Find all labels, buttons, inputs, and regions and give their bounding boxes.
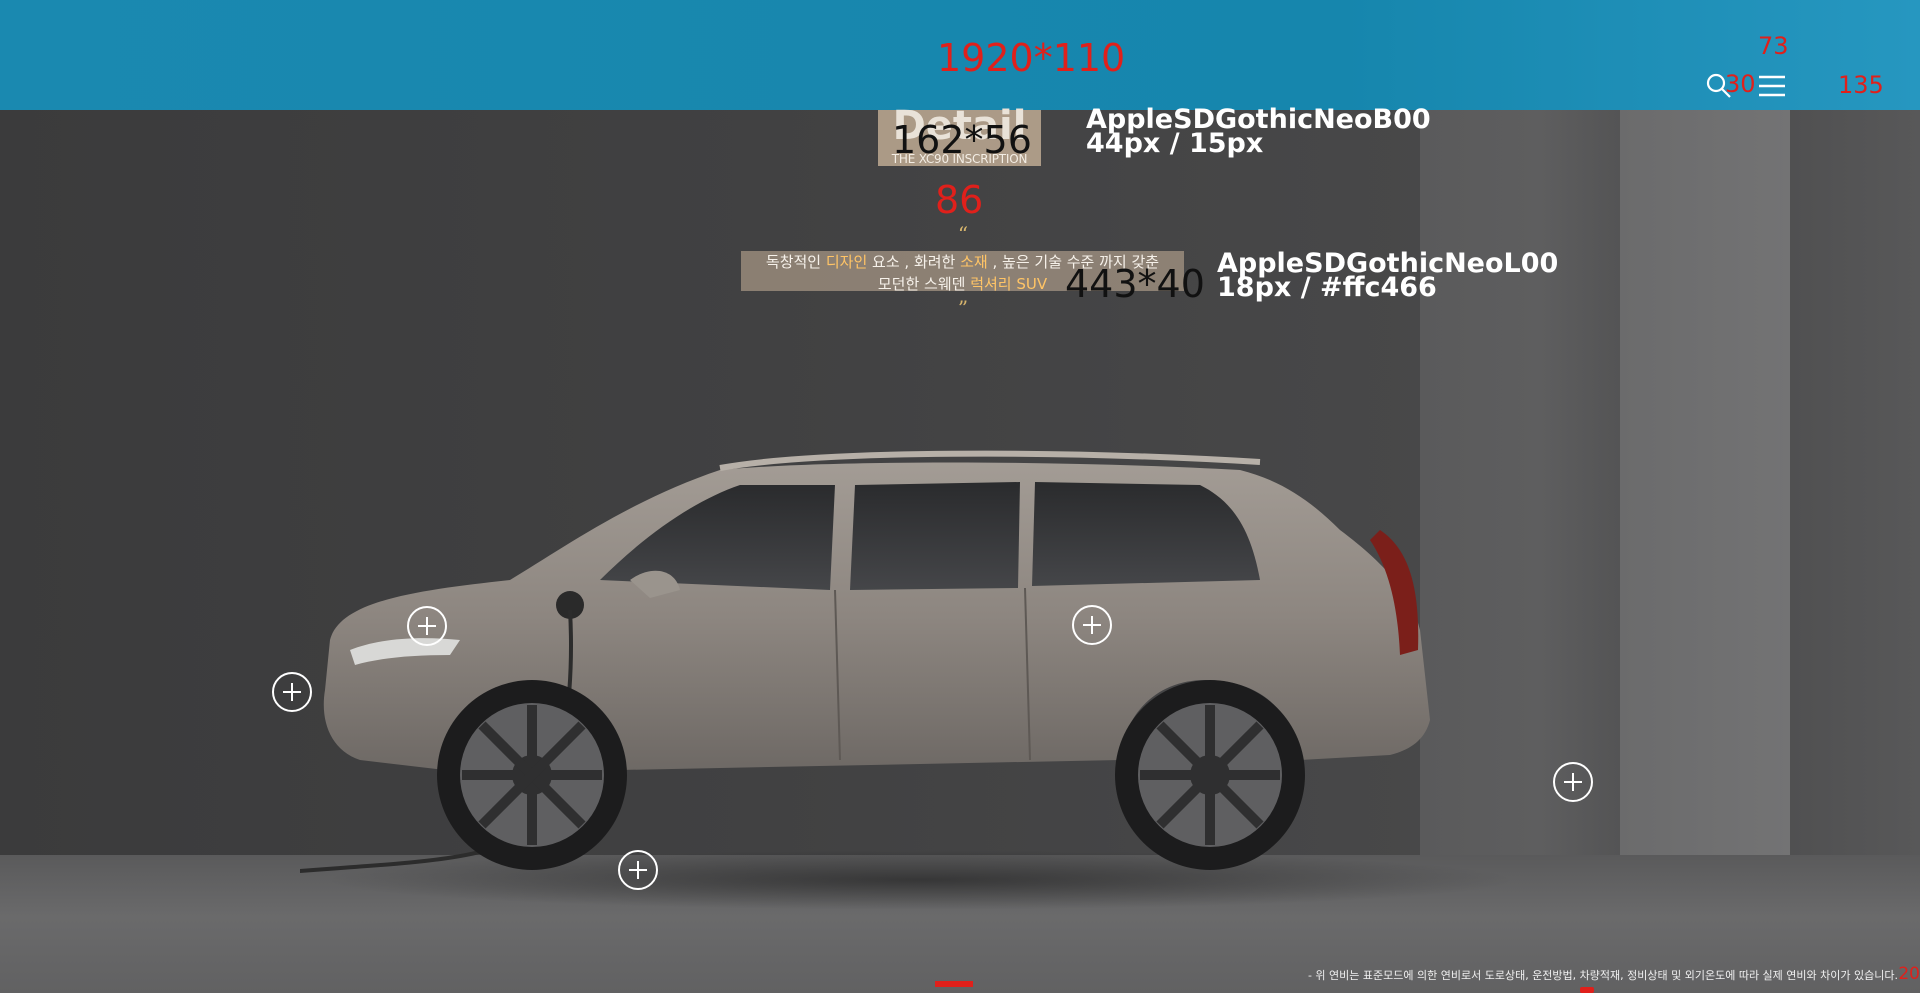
spacing-annotation: 86 bbox=[935, 178, 984, 222]
footer-margin-annotation: 20 bbox=[1898, 964, 1920, 984]
quote-size-annotation: 443*40 bbox=[1065, 262, 1205, 306]
wall-pillar-edge bbox=[1790, 0, 1920, 920]
hotspot-rear-plus-icon[interactable] bbox=[1553, 762, 1593, 802]
footer-red-mark-small bbox=[1580, 987, 1594, 993]
quote-line-1-accent-design: 디자인 bbox=[825, 253, 868, 271]
hotspot-headlight-plus-icon[interactable] bbox=[407, 606, 447, 646]
quote-font-note: AppleSDGothicNeoL00 18px / #ffc466 bbox=[1217, 250, 1558, 303]
hotspot-front-bumper-plus-icon[interactable] bbox=[272, 672, 312, 712]
icon-gap-annotation: 30 bbox=[1725, 70, 1756, 98]
header-bar: 1920*110 73 30 135 bbox=[0, 0, 1920, 110]
hotspot-wheel-plus-icon[interactable] bbox=[618, 850, 658, 890]
quote-line-1-part-c: 요소 , 화려한 bbox=[867, 253, 961, 271]
hotspot-door-plus-icon[interactable] bbox=[1072, 605, 1112, 645]
icon-right-annotation: 135 bbox=[1838, 71, 1884, 99]
quote-font-note-line2: 18px / #ffc466 bbox=[1217, 272, 1437, 303]
icon-top-annotation: 73 bbox=[1758, 32, 1789, 60]
footer-red-marker bbox=[935, 981, 973, 987]
fuel-efficiency-disclaimer: - 위 연비는 표준모드에 의한 연비로서 도로상태, 운전방법, 차량적재, … bbox=[1307, 969, 1898, 982]
quote-close-mark: ” bbox=[957, 296, 969, 320]
quote-line-1-part-a: 독창적인 bbox=[765, 253, 826, 271]
title-size-annotation: 162*56 bbox=[892, 118, 1032, 162]
quote-open-mark: “ bbox=[957, 222, 969, 246]
title-font-note: AppleSDGothicNeoB00 44px / 15px bbox=[1086, 106, 1431, 159]
quote-line-2-part-a: 모던한 스웨덴 bbox=[877, 275, 971, 293]
header-size-annotation: 1920*110 bbox=[937, 36, 1126, 80]
title-font-note-line2: 44px / 15px bbox=[1086, 128, 1264, 159]
suv-car-image bbox=[300, 450, 1430, 873]
quote-line-2-accent-suv: 럭셔리 SUV bbox=[970, 275, 1048, 293]
hamburger-menu-icon[interactable] bbox=[1758, 74, 1786, 98]
quote-line-1-accent-material: 소재 bbox=[960, 253, 988, 271]
wall-pillar-face bbox=[1620, 0, 1790, 880]
